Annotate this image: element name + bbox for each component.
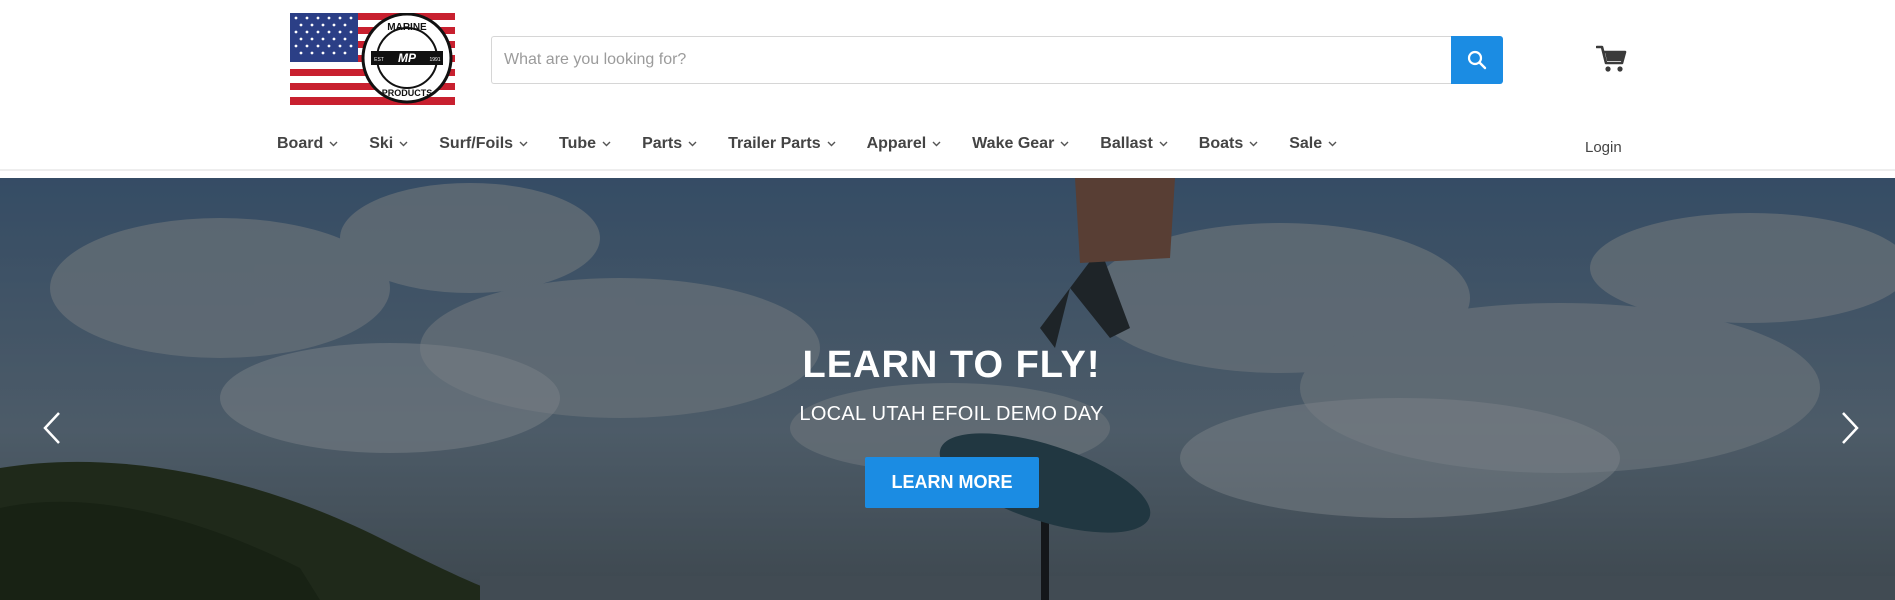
chevron-down-icon — [1159, 141, 1168, 147]
svg-text:MARINE: MARINE — [387, 22, 427, 33]
chevron-down-icon — [688, 141, 697, 147]
hero-subtitle: LOCAL UTAH EFOIL DEMO DAY — [799, 403, 1104, 425]
search-button[interactable] — [1451, 36, 1503, 84]
search-icon — [1467, 50, 1487, 70]
hero-overlay — [0, 178, 1895, 600]
hero-slideshow: LEARN TO FLY! LOCAL UTAH EFOIL DEMO DAY … — [0, 178, 1895, 600]
nav-item-ski[interactable]: Ski — [369, 135, 408, 153]
chevron-down-icon — [827, 141, 836, 147]
nav-item-label: Apparel — [866, 135, 927, 152]
nav-item-label: Board — [277, 135, 324, 152]
svg-text:EST: EST — [374, 57, 384, 63]
logo-seal: MARINE PRODUCTS MP EST 1991 — [361, 13, 453, 104]
nav-item-apparel[interactable]: Apparel — [867, 135, 942, 153]
chevron-right-icon[interactable] — [1838, 410, 1862, 446]
nav-item-label: Ballast — [1100, 135, 1153, 152]
nav-item-tube[interactable]: Tube — [559, 135, 611, 153]
nav-item-label: Sale — [1289, 135, 1323, 152]
search-bar — [491, 36, 1503, 84]
chevron-down-icon — [1328, 141, 1337, 147]
nav-item-sale[interactable]: Sale — [1289, 135, 1337, 153]
nav-item-label: Boats — [1198, 135, 1244, 152]
site-header: MARINE PRODUCTS MP EST 1991 Board Ski — [0, 0, 1895, 178]
nav-item-boats[interactable]: Boats — [1199, 135, 1258, 153]
header-divider — [0, 169, 1895, 171]
cart-icon[interactable] — [1596, 44, 1628, 74]
chevron-down-icon — [602, 141, 611, 147]
svg-text:1991: 1991 — [429, 57, 440, 63]
chevron-down-icon — [932, 141, 941, 147]
hero-title: LEARN TO FLY! — [802, 344, 1101, 386]
chevron-down-icon — [519, 141, 528, 147]
site-logo[interactable]: MARINE PRODUCTS MP EST 1991 — [290, 13, 455, 105]
nav-item-board[interactable]: Board — [277, 135, 338, 153]
nav-item-label: Ski — [369, 135, 394, 152]
search-input[interactable] — [491, 36, 1451, 84]
login-link[interactable]: Login — [1585, 139, 1622, 156]
chevron-down-icon — [1249, 141, 1258, 147]
chevron-down-icon — [329, 141, 338, 147]
svg-text:PRODUCTS: PRODUCTS — [382, 88, 433, 98]
nav-item-trailer-parts[interactable]: Trailer Parts — [728, 135, 836, 153]
nav-item-label: Tube — [559, 135, 597, 152]
nav-item-label: Trailer Parts — [728, 135, 821, 152]
nav-item-parts[interactable]: Parts — [642, 135, 697, 153]
nav-item-wake-gear[interactable]: Wake Gear — [972, 135, 1069, 153]
svg-text:MP: MP — [398, 51, 417, 65]
nav-item-label: Parts — [642, 135, 683, 152]
nav-item-ballast[interactable]: Ballast — [1100, 135, 1168, 153]
chevron-left-icon[interactable] — [40, 410, 64, 446]
chevron-down-icon — [1060, 141, 1069, 147]
learn-more-button[interactable]: LEARN MORE — [865, 457, 1039, 508]
chevron-down-icon — [399, 141, 408, 147]
nav-item-label: Surf/Foils — [439, 135, 514, 152]
nav-item-surf-foils[interactable]: Surf/Foils — [439, 135, 528, 153]
nav-item-label: Wake Gear — [972, 135, 1055, 152]
main-nav: Board Ski Surf/Foils Tube Parts Trailer … — [277, 133, 1337, 155]
